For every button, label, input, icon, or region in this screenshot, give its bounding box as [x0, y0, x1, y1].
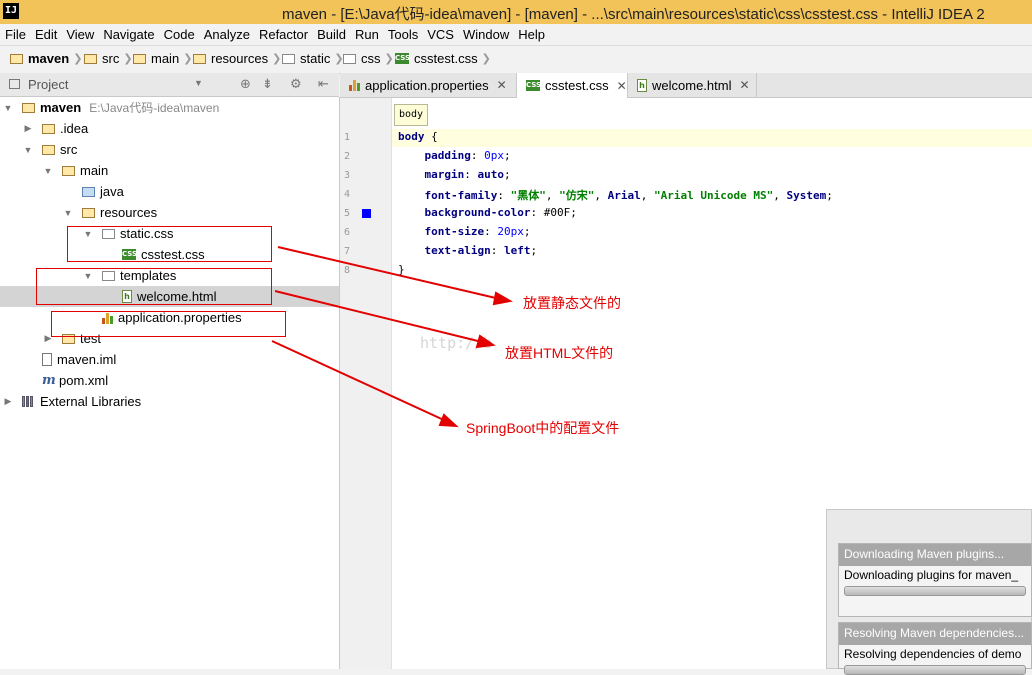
- popup-downloading-plugins[interactable]: Downloading Maven plugins... Downloading…: [838, 543, 1032, 617]
- arrowhead-icon: [475, 334, 496, 349]
- arrowhead-icon: [492, 291, 513, 306]
- popup-status: Downloading plugins for maven_: [844, 568, 1019, 582]
- progress-bar: [844, 586, 1026, 596]
- arrow-to-static-note: [277, 246, 501, 300]
- popup-resolving-dependencies[interactable]: Resolving Maven dependencies... Resolvin…: [838, 622, 1032, 675]
- popup-title: Resolving Maven dependencies...: [839, 623, 1031, 645]
- annotation-config: SpringBoot中的配置文件: [466, 420, 620, 436]
- arrowhead-icon: [438, 413, 459, 428]
- arrow-to-html-note: [274, 290, 483, 343]
- arrow-to-config-note: [271, 340, 447, 422]
- progress-bar: [844, 665, 1026, 675]
- popup-status: Resolving dependencies of demo: [844, 647, 1022, 661]
- annotation-html: 放置HTML文件的: [505, 345, 614, 361]
- popup-title: Downloading Maven plugins...: [839, 544, 1031, 566]
- annotation-static: 放置静态文件的: [523, 295, 621, 311]
